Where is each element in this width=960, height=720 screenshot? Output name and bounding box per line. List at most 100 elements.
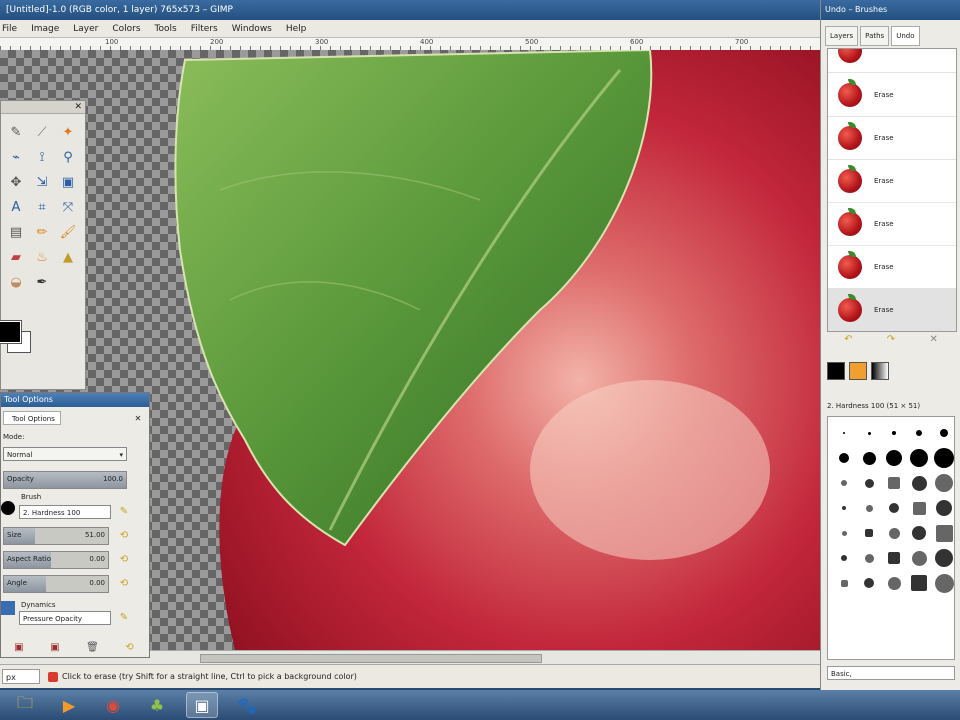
brush-field[interactable]: 2. Hardness 100 bbox=[19, 505, 111, 519]
brush-preset[interactable] bbox=[932, 471, 956, 495]
menu-filters[interactable]: Filters bbox=[191, 20, 218, 37]
transform-icon[interactable]: ⤧ bbox=[55, 195, 81, 220]
ink-icon[interactable]: ▲ bbox=[55, 245, 81, 270]
menu-file[interactable]: File bbox=[2, 20, 17, 37]
align-icon[interactable]: ▣ bbox=[55, 170, 81, 195]
brush-preset[interactable] bbox=[882, 496, 906, 520]
brush-preset[interactable] bbox=[832, 571, 856, 595]
brush-preset[interactable] bbox=[932, 546, 956, 570]
brush-tag-field[interactable]: Basic, bbox=[827, 666, 955, 680]
window-icon[interactable]: ▣ bbox=[186, 692, 218, 718]
brush-preset[interactable] bbox=[857, 421, 881, 445]
brush-preset[interactable] bbox=[832, 446, 856, 470]
brush-preset[interactable] bbox=[832, 421, 856, 445]
reset-angle-icon[interactable]: ⟲ bbox=[117, 577, 131, 591]
undo-item[interactable] bbox=[828, 49, 956, 73]
opacity-slider[interactable]: Opacity 100.0 bbox=[3, 471, 127, 489]
brush-preset[interactable] bbox=[832, 521, 856, 545]
restore-options-icon[interactable]: ▣ bbox=[50, 642, 59, 653]
smudge-icon[interactable]: ✒ bbox=[29, 270, 55, 295]
measure-icon[interactable]: ✥ bbox=[3, 170, 29, 195]
move-icon[interactable]: ⇲ bbox=[29, 170, 55, 195]
menu-image[interactable]: Image bbox=[31, 20, 59, 37]
brush-preset[interactable] bbox=[857, 521, 881, 545]
zoom-icon[interactable]: ⚲ bbox=[55, 145, 81, 170]
edit-dynamics-icon[interactable]: ✎ bbox=[117, 611, 131, 625]
brush-preset[interactable] bbox=[882, 421, 906, 445]
scrollbar-thumb[interactable] bbox=[200, 654, 542, 663]
delete-options-icon[interactable]: 🗑 bbox=[86, 642, 99, 653]
gimp-dock-icon[interactable]: ♣ bbox=[142, 693, 172, 717]
pencil-icon[interactable]: ✏ bbox=[29, 220, 55, 245]
brush-preset[interactable] bbox=[857, 496, 881, 520]
color-swatches[interactable] bbox=[0, 320, 37, 357]
picker-icon[interactable]: ⟟ bbox=[29, 145, 55, 170]
brush-preset[interactable] bbox=[857, 446, 881, 470]
close-icon[interactable]: ✕ bbox=[131, 412, 145, 426]
brush-preset[interactable] bbox=[857, 471, 881, 495]
undo-item[interactable]: Erase bbox=[828, 202, 956, 246]
tab-paths[interactable]: Paths bbox=[860, 26, 890, 46]
clone-icon[interactable]: ◒ bbox=[3, 270, 29, 295]
gradient-swatch[interactable] bbox=[871, 362, 889, 380]
brushes-grid[interactable] bbox=[827, 416, 955, 660]
gimp-icon[interactable]: 🐾 bbox=[232, 693, 262, 717]
undo-history-list[interactable]: Erase Erase Erase Erase Erase Erase bbox=[827, 48, 957, 332]
dynamics-icon[interactable] bbox=[1, 601, 15, 615]
brush-preset[interactable] bbox=[832, 471, 856, 495]
undo-item[interactable]: Erase bbox=[828, 116, 956, 160]
size-slider[interactable]: Size 51.00 bbox=[3, 527, 109, 545]
orange-swatch[interactable] bbox=[849, 362, 867, 380]
reset-aspect-icon[interactable]: ⟲ bbox=[117, 553, 131, 567]
tab-tool-options[interactable]: Tool Options bbox=[3, 411, 61, 425]
brush-preset[interactable] bbox=[857, 546, 881, 570]
brush-preset[interactable] bbox=[907, 471, 931, 495]
media-player-icon[interactable]: ▶ bbox=[54, 693, 84, 717]
menu-tools[interactable]: Tools bbox=[155, 20, 177, 37]
brush-preset[interactable] bbox=[932, 446, 956, 470]
fuzzy-select-icon[interactable]: ✦ bbox=[55, 120, 81, 145]
close-icon[interactable]: ✕ bbox=[74, 102, 82, 112]
black-swatch[interactable] bbox=[827, 362, 845, 380]
tab-layers[interactable]: Layers bbox=[825, 26, 859, 46]
brush-preset[interactable] bbox=[907, 521, 931, 545]
brush-preset[interactable] bbox=[882, 471, 906, 495]
undo-icon[interactable]: ↶ bbox=[844, 334, 852, 345]
redo-icon[interactable]: ↷ bbox=[887, 334, 895, 345]
unit-select[interactable]: px bbox=[2, 669, 40, 684]
brush-preset[interactable] bbox=[932, 571, 956, 595]
menu-colors[interactable]: Colors bbox=[112, 20, 140, 37]
chrome-icon[interactable]: ◉ bbox=[98, 693, 128, 717]
undo-item[interactable]: Erase bbox=[828, 245, 956, 289]
brush-preset[interactable] bbox=[907, 546, 931, 570]
tab-undo[interactable]: Undo bbox=[891, 26, 920, 46]
lasso-icon[interactable]: ✎ bbox=[3, 120, 29, 145]
brush-preset[interactable] bbox=[857, 571, 881, 595]
brush-preset[interactable] bbox=[882, 446, 906, 470]
gradient-icon[interactable]: ▤ bbox=[3, 220, 29, 245]
brush-icon[interactable]: ⟋ bbox=[29, 120, 55, 145]
brush-preset[interactable] bbox=[907, 496, 931, 520]
text-icon[interactable]: A bbox=[3, 195, 29, 220]
edit-brush-icon[interactable]: ✎ bbox=[117, 505, 131, 519]
eraser-icon[interactable]: ▰ bbox=[3, 245, 29, 270]
save-options-icon[interactable]: ▣ bbox=[14, 642, 23, 653]
paintbrush-icon[interactable]: 🖌 bbox=[55, 220, 81, 245]
brush-preview-icon[interactable] bbox=[1, 501, 15, 515]
undo-item[interactable]: Erase bbox=[828, 73, 956, 117]
brush-preset[interactable] bbox=[932, 421, 956, 445]
crop-icon[interactable]: ⌗ bbox=[29, 195, 55, 220]
undo-item-selected[interactable]: Erase bbox=[828, 288, 956, 331]
brush-preset[interactable] bbox=[832, 546, 856, 570]
reset-size-icon[interactable]: ⟲ bbox=[117, 529, 131, 543]
folder-icon[interactable]: 🗀 bbox=[10, 693, 40, 717]
menu-help[interactable]: Help bbox=[286, 20, 307, 37]
menu-layer[interactable]: Layer bbox=[73, 20, 98, 37]
brush-preset[interactable] bbox=[832, 496, 856, 520]
foreground-color[interactable] bbox=[0, 320, 22, 344]
brush-preset[interactable] bbox=[932, 496, 956, 520]
reset-options-icon[interactable]: ⟲ bbox=[125, 642, 133, 653]
brush-preset[interactable] bbox=[907, 571, 931, 595]
undo-item[interactable]: Erase bbox=[828, 159, 956, 203]
clear-history-icon[interactable]: ✕ bbox=[929, 334, 937, 345]
